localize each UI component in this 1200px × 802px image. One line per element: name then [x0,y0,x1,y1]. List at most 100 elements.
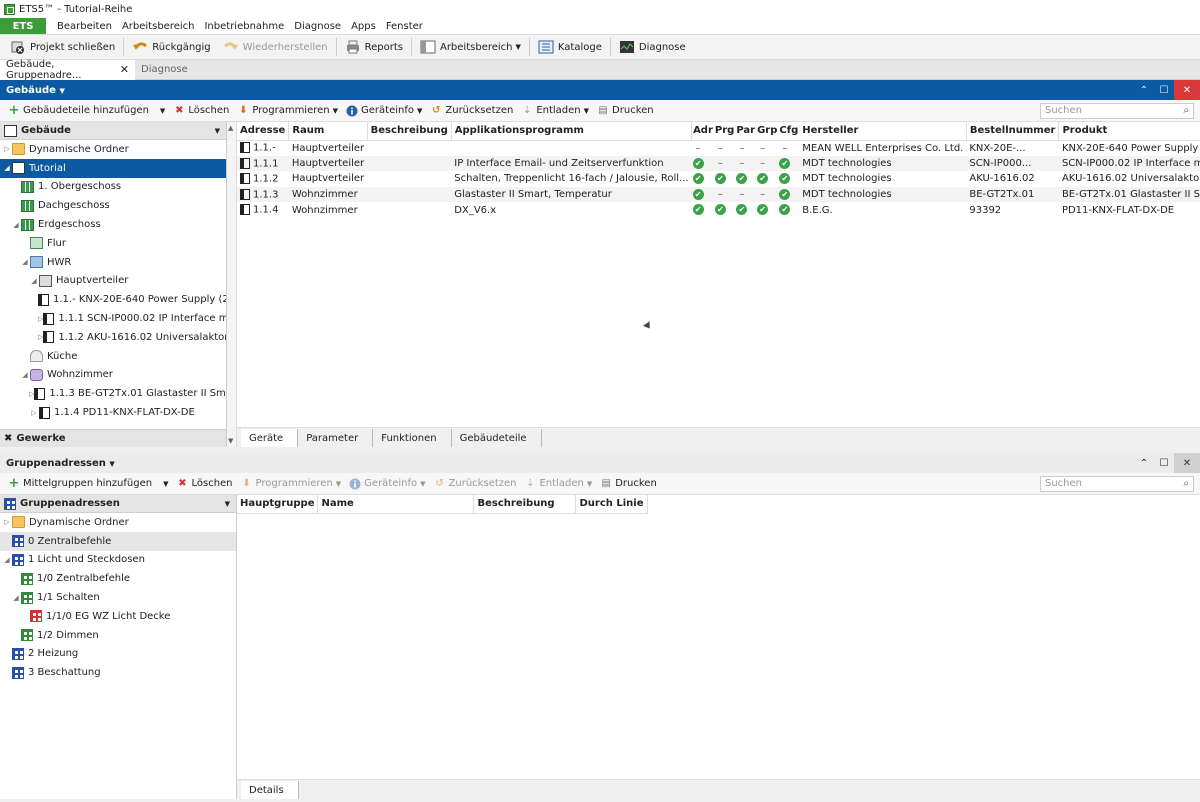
tree-item[interactable]: 2 Heizung [0,645,236,664]
tree-item[interactable]: ◢ Erdgeschoss [0,215,226,234]
device-info-button[interactable]: Geräteinfo ▼ [345,478,429,490]
ga-tree-header[interactable]: Gruppenadressen ▼ [0,495,236,513]
tree-item[interactable]: ▷ 1.1.4 PD11-KNX-FLAT-DX-DE [0,403,226,422]
tree-item[interactable]: 1/0 Zentralbefehle [0,569,236,588]
redo-button[interactable]: Wiederherstellen [217,36,334,58]
subtab[interactable]: Parameter [298,429,374,447]
tree-item[interactable]: ▷1.1.1 SCN-IP000.02 IP Interface mit E..… [0,309,226,328]
tree-item[interactable]: ▷1.1.3 BE-GT2Tx.01 Glastaster II Smart m… [0,384,226,403]
close-panel-button[interactable]: ✕ [1174,80,1200,100]
close-panel-button[interactable]: ✕ [1174,453,1200,473]
reset-button[interactable]: ↺ Zurücksetzen [426,105,517,117]
table-row[interactable]: 1.1.1 Hauptverteiler IP Interface Email- u… [237,155,1200,172]
tree-item[interactable]: ◢ Tutorial [0,158,226,178]
tree-item[interactable]: ◢ HWR [0,253,226,272]
reports-button[interactable]: Reports [339,36,409,58]
close-icon[interactable]: ✕ [120,63,129,76]
add-building-parts-button[interactable]: + Gebäudeteile hinzufügen [4,103,153,118]
column-header[interactable]: Bestellnummer [966,122,1060,141]
tree-item[interactable]: ◢ 1/1 Schalten [0,588,236,607]
unload-button[interactable]: ⇣ Entladen ▼ [517,105,593,117]
column-header[interactable]: Produkt [1058,122,1200,141]
column-header[interactable]: Hersteller [799,122,967,141]
expand-arrow-icon[interactable]: ◢ [2,556,12,564]
expand-arrow-icon[interactable]: ▷ [29,409,39,417]
trades-tab[interactable]: ✖ Gewerke [0,429,226,447]
program-button[interactable]: ⬇ Programmieren ▼ [233,105,342,117]
unload-button[interactable]: ⇣ Entladen ▼ [520,478,596,490]
maximize-icon[interactable]: ☐ [1154,453,1174,473]
building-tree-header[interactable]: Gebäude ▼ [0,122,226,140]
column-header[interactable]: Beschreibung [473,495,577,514]
column-header[interactable]: Adresse [237,122,290,141]
column-header[interactable]: Durch Linie [575,495,648,514]
column-header[interactable]: Cfg [778,122,800,141]
column-header[interactable]: Par [735,122,757,141]
table-row[interactable]: 1.1.3 Wohnzimmer Glastaster II Smart, Temp… [237,186,1200,203]
tree-item[interactable]: ◢ 1 Licht und Steckdosen [0,551,236,570]
subtab[interactable]: Funktionen [373,429,452,447]
undo-button[interactable]: Rückgängig [126,36,216,58]
tree-item[interactable]: 1/1/0 EG WZ Licht Decke [0,607,236,626]
expand-arrow-icon[interactable]: ▷ [2,145,12,153]
ga-panel-title-dropdown[interactable]: Gruppenadressen ▼ [6,458,115,469]
menu-item-apps[interactable]: Apps [346,21,381,32]
delete-button[interactable]: ✖ Löschen [169,105,233,117]
add-middle-groups-button[interactable]: + Mittelgruppen hinzufügen [4,476,156,491]
close-project-button[interactable]: Projekt schließen [4,36,121,58]
tree-item[interactable]: 0 Zentralbefehle [0,531,236,551]
workspace-dropdown[interactable]: Arbeitsbereich ▼ [414,36,527,58]
tree-item[interactable]: 1.1.- KNX-20E-640 Power Supply (230... [0,290,226,309]
delete-button[interactable]: ✖ Löschen [172,478,236,490]
expand-arrow-icon[interactable]: ▷ [2,518,12,526]
tree-item[interactable]: ▷ Dynamische Ordner [0,513,236,532]
table-row[interactable]: 1.1.4 Wohnzimmer DX_V6.x ✔ ✔ ✔ ✔ ✔ B.E.G. 93392 PD… [237,202,1200,218]
expand-arrow-icon[interactable]: ◢ [11,594,21,602]
column-header[interactable]: Adr [691,122,714,141]
building-tree-scrollbar[interactable]: ▲ ▼ [227,122,237,447]
program-button[interactable]: ⬇ Programmieren ▼ [237,478,346,490]
column-header[interactable]: Beschreibung [367,122,452,141]
menu-item-commissioning[interactable]: Inbetriebnahme [199,21,289,32]
building-search-input[interactable]: Suchen ⌕ [1040,102,1194,119]
scroll-up-icon[interactable]: ▲ [228,124,233,132]
maximize-icon[interactable]: ☐ [1154,80,1174,100]
tree-item[interactable]: ▷ Dynamische Ordner [0,140,226,159]
tab-building-groupaddresses[interactable]: Gebäude, Gruppenadre... ✕ [0,59,135,81]
tree-item[interactable]: Flur [0,234,226,253]
add-dropdown-caret[interactable]: ▼ [153,107,169,115]
device-info-button[interactable]: Geräteinfo ▼ [342,105,426,117]
tree-item[interactable]: 1/2 Dimmen [0,626,236,645]
tree-item[interactable]: Küche [0,347,226,366]
subtab[interactable]: Gebäudeteile [452,429,542,447]
menu-item-edit[interactable]: Bearbeiten [52,21,117,32]
column-header[interactable]: Prg [713,122,736,141]
column-header[interactable]: Grp [756,122,779,141]
table-row[interactable]: 1.1.- Hauptverteiler – – – – – MEAN WELL Enterp… [237,140,1200,156]
catalogs-button[interactable]: Kataloge [532,36,608,58]
table-row[interactable]: 1.1.2 Hauptverteiler Schalten, Treppenlich… [237,171,1200,187]
tree-item[interactable]: ◢ Hauptverteiler [0,272,226,291]
expand-arrow-icon[interactable]: ◢ [20,258,30,266]
collapse-icon[interactable]: ⌃ [1134,453,1154,473]
reset-button[interactable]: ↺ Zurücksetzen [430,478,521,490]
print-button[interactable]: ▤ Drucken [593,105,658,117]
tree-item[interactable]: ◢ Wohnzimmer [0,366,226,385]
diagnostics-button[interactable]: Diagnose [613,36,692,58]
scroll-down-icon[interactable]: ▼ [228,437,233,445]
tab-diagnostics[interactable]: Diagnose [135,60,194,80]
ets-menu-button[interactable]: ETS [0,18,46,34]
subtab[interactable]: Details [241,781,299,799]
building-panel-title-dropdown[interactable]: Gebäude ▼ [6,85,65,96]
subtab[interactable]: Geräte [241,429,299,447]
ga-search-input[interactable]: Suchen ⌕ [1040,475,1194,492]
tree-item[interactable]: 3 Beschattung [0,663,236,682]
column-header[interactable]: Hauptgruppe [237,495,319,514]
add-dropdown-caret[interactable]: ▼ [156,480,172,488]
column-header[interactable]: Name [317,495,475,514]
expand-arrow-icon[interactable]: ◢ [11,221,21,229]
expand-arrow-icon[interactable]: ◢ [29,277,39,285]
menu-item-workspace[interactable]: Arbeitsbereich [117,21,200,32]
tree-item[interactable]: Dachgeschoss [0,196,226,215]
tree-item[interactable]: 1. Obergeschoss [0,178,226,197]
